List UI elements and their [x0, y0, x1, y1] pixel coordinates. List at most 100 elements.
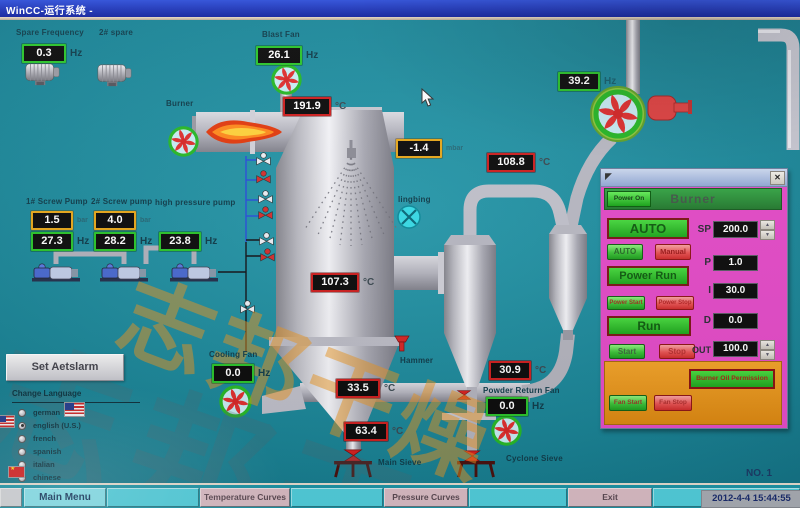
cyclone-2: [549, 225, 587, 340]
burner-control-panel: ◤ ✕ Power On Burner AUTO SP 200.0 ▲ ▼ AU…: [600, 168, 788, 429]
exit-button[interactable]: Exit: [568, 488, 652, 507]
blast-fan-icon: [273, 66, 300, 93]
language-label: german: [33, 408, 60, 417]
language-option-italian[interactable]: italian: [6, 458, 166, 471]
language-option-french[interactable]: french: [6, 432, 166, 445]
valve-icon: [259, 191, 273, 203]
cooling-fan-duct: [262, 386, 306, 414]
cooling-fan-label: Cooling Fan: [209, 350, 257, 359]
language-label: french: [33, 434, 56, 443]
bottom-bar-button-blank-3[interactable]: [469, 488, 567, 507]
spinner-up-icon[interactable]: ▲: [760, 220, 775, 230]
change-language-label: Change Language: [12, 389, 140, 403]
language-panel: Set Aetslarm Change Language german engl…: [6, 354, 166, 484]
bottom-bar-button-blank-1[interactable]: [107, 488, 199, 507]
lingbing-label: lingbing: [398, 195, 431, 204]
d-label: D: [693, 315, 711, 326]
out-label: OUT: [689, 345, 711, 355]
pump-station: [32, 248, 218, 282]
d-value: 0.0: [713, 313, 758, 329]
powder-return-fan-icon: [493, 417, 520, 444]
language-option-spanish[interactable]: spanish: [6, 445, 166, 458]
out-value: 100.0: [713, 341, 758, 357]
spare-frequency-label: Spare Frequency: [16, 28, 84, 37]
valve-icon: [260, 233, 274, 245]
radio-icon[interactable]: [18, 409, 26, 417]
hp-pump-freq-display: 23.8 Hz: [159, 232, 217, 251]
power-stop-button[interactable]: Power Stop: [656, 296, 694, 310]
chamber-cyclone-duct: [394, 252, 447, 294]
screw-pump1-label: 1# Screw Pump: [26, 197, 88, 206]
i-value: 30.0: [713, 283, 758, 299]
powder-return-fan-label: Powder Return Fan: [483, 386, 560, 395]
language-option-german[interactable]: german: [6, 406, 166, 419]
main-outlet-valve-icon: [345, 450, 362, 461]
spare2-label: 2# spare: [99, 28, 133, 37]
mouse-cursor-icon: [421, 88, 435, 108]
us-flag-icon: [64, 402, 85, 417]
sp-label: SP: [693, 224, 711, 235]
p-label: P: [693, 257, 711, 268]
radio-icon[interactable]: [18, 435, 26, 443]
cooling-fan-icon: [221, 387, 250, 416]
temperature-curves-button[interactable]: Temperature Curves: [200, 488, 290, 507]
main-menu-button[interactable]: Main Menu: [24, 488, 106, 507]
radio-icon[interactable]: [18, 422, 26, 430]
valve-icon: [257, 171, 271, 183]
valve-icon: [241, 301, 255, 313]
sp-spinner: ▲ ▼: [760, 220, 775, 240]
i-label: I: [693, 285, 711, 296]
out-spinner: ▲ ▼: [760, 340, 775, 360]
titlebar-edge: [0, 17, 800, 20]
radio-icon[interactable]: [18, 448, 26, 456]
pump1-freq-display: 27.3 Hz: [31, 232, 89, 251]
power-start-button[interactable]: Power Start: [607, 296, 645, 310]
start-button[interactable]: Start: [609, 344, 645, 359]
p-value: 1.0: [713, 255, 758, 271]
right-edge-pipe: [758, 32, 793, 151]
auto-button[interactable]: AUTO: [607, 244, 643, 260]
fan-start-button[interactable]: Fan Start: [609, 395, 647, 411]
screw-pump-2-icon: [100, 264, 148, 282]
station-number-label: NO. 1: [746, 468, 772, 479]
burner-fan-icon: [170, 128, 197, 155]
cone-temp-display: 33.5 °C: [336, 379, 395, 398]
run-button[interactable]: Run: [607, 316, 691, 336]
chamber-pressure-display: -1.4 mbar: [396, 139, 463, 158]
pressure-curves-button[interactable]: Pressure Curves: [384, 488, 468, 507]
cyclone-temp-display: 30.9 °C: [489, 361, 546, 380]
us-flag-icon: [0, 415, 15, 428]
blast-fan-label: Blast Fan: [262, 30, 300, 39]
window-title: WinCC-运行系统 -: [6, 6, 93, 17]
valve-icon: [257, 153, 271, 165]
cyclone-1: [442, 235, 496, 477]
spray-nozzle: [347, 148, 356, 158]
manual-button[interactable]: Manual: [655, 244, 691, 260]
spare-frequency-display: 0.3 Hz: [22, 44, 82, 63]
burner-oil-permission-button[interactable]: Burner Oil Permission: [689, 369, 775, 389]
valve-icon: [259, 207, 273, 219]
red-blower-icon: [648, 96, 692, 120]
auto-mode-button[interactable]: AUTO: [607, 218, 689, 239]
screw-pump-1-icon: [32, 264, 80, 282]
language-option-english[interactable]: english (U.S.): [6, 419, 166, 432]
language-label: italian: [33, 460, 55, 469]
bottom-bar-button-blank-2[interactable]: [291, 488, 383, 507]
close-icon[interactable]: ✕: [770, 171, 785, 185]
set-alarm-button[interactable]: Set Aetslarm: [6, 354, 124, 381]
language-label: english (U.S.): [33, 421, 81, 430]
power-run-button[interactable]: Power Run: [607, 266, 689, 286]
spare-motor-icon: [26, 64, 59, 85]
spinner-down-icon[interactable]: ▼: [760, 350, 775, 360]
spinner-down-icon[interactable]: ▼: [760, 230, 775, 240]
datetime-display: 2012-4-4 15:44:55: [701, 490, 800, 508]
burner-panel-titlebar[interactable]: ◤ ✕: [601, 169, 787, 187]
cyclone-outlet-valve-icon: [464, 451, 479, 461]
valve-icon: [261, 249, 275, 261]
datetime-area: 2012-4-4 15:44:55: [653, 488, 800, 507]
main-sieve-stand: [334, 461, 372, 477]
cyclone-sieve-label: Cyclone Sieve: [506, 454, 563, 463]
spinner-up-icon[interactable]: ▲: [760, 340, 775, 350]
exhaust-fan-icon: [596, 92, 640, 136]
fan-stop-button[interactable]: Fan Stop: [654, 395, 692, 411]
